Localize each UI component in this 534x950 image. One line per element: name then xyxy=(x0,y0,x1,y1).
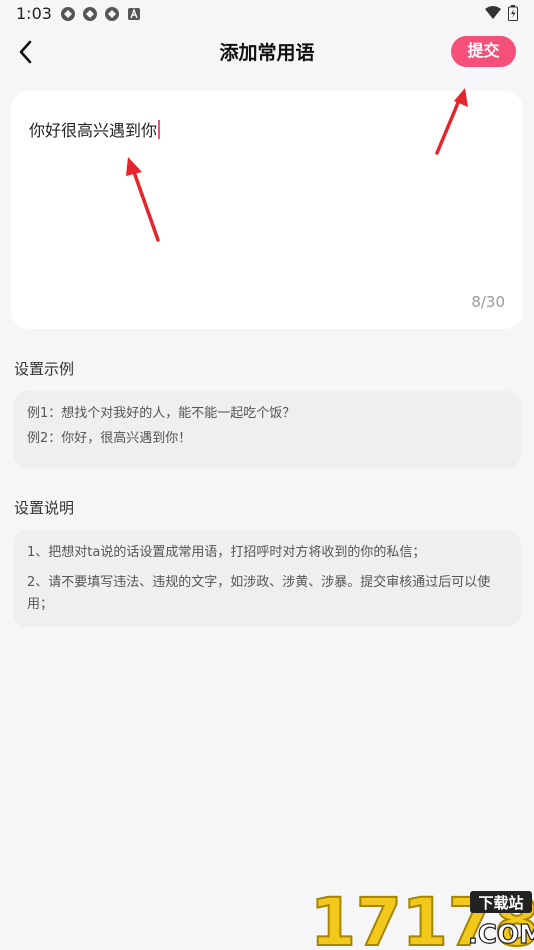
phrase-input-text: 你好很高兴遇到你 xyxy=(29,121,158,140)
watermark-badge: 下载站 xyxy=(478,894,523,912)
app-notification-icon xyxy=(83,7,97,21)
character-counter: 8/30 xyxy=(471,293,505,311)
submit-button[interactable]: 提交 xyxy=(451,36,516,67)
text-notification-icon xyxy=(128,8,140,20)
status-bar: 1:03 xyxy=(0,0,534,28)
watermark-logo: 17178 下载站 .COM xyxy=(308,883,534,950)
examples-card: 例1：想找个对我好的人，能不能一起吃个饭？ 例2：你好，很高兴遇到你！ xyxy=(13,391,521,468)
instruction-item: 2、请不要填写违法、违规的文字，如涉政、涉黄、涉暴。提交审核通过后可以使用； xyxy=(27,575,491,612)
phrase-input-area[interactable]: 你好很高兴遇到你 8/30 xyxy=(11,91,523,329)
instructions-title: 设置说明 xyxy=(14,499,75,517)
watermark-graphic: 17178 下载站 .COM xyxy=(309,883,534,950)
instruction-item: 1、把想对ta说的话设置成常用语，打招呼时对方将收到的你的私信； xyxy=(27,545,426,560)
example-item: 例2：你好，很高兴遇到你！ xyxy=(27,431,192,446)
phrase-input-line[interactable]: 你好很高兴遇到你 xyxy=(29,117,161,141)
watermark-domain: .COM xyxy=(468,920,534,950)
example-item: 例1：想找个对我好的人，能不能一起吃个饭？ xyxy=(27,406,296,421)
system-icons xyxy=(484,5,518,21)
app-header: 添加常用语 提交 xyxy=(0,28,534,76)
notification-icons xyxy=(60,6,142,22)
text-caret xyxy=(158,120,161,139)
battery-icon xyxy=(508,5,518,21)
wifi-icon xyxy=(485,6,501,19)
app-notification-icon xyxy=(105,7,119,21)
examples-title: 设置示例 xyxy=(14,360,75,378)
instructions-card: 1、把想对ta说的话设置成常用语，打招呼时对方将收到的你的私信； 2、请不要填写… xyxy=(13,530,521,627)
status-time: 1:03 xyxy=(16,4,52,23)
app-notification-icon xyxy=(61,7,75,21)
